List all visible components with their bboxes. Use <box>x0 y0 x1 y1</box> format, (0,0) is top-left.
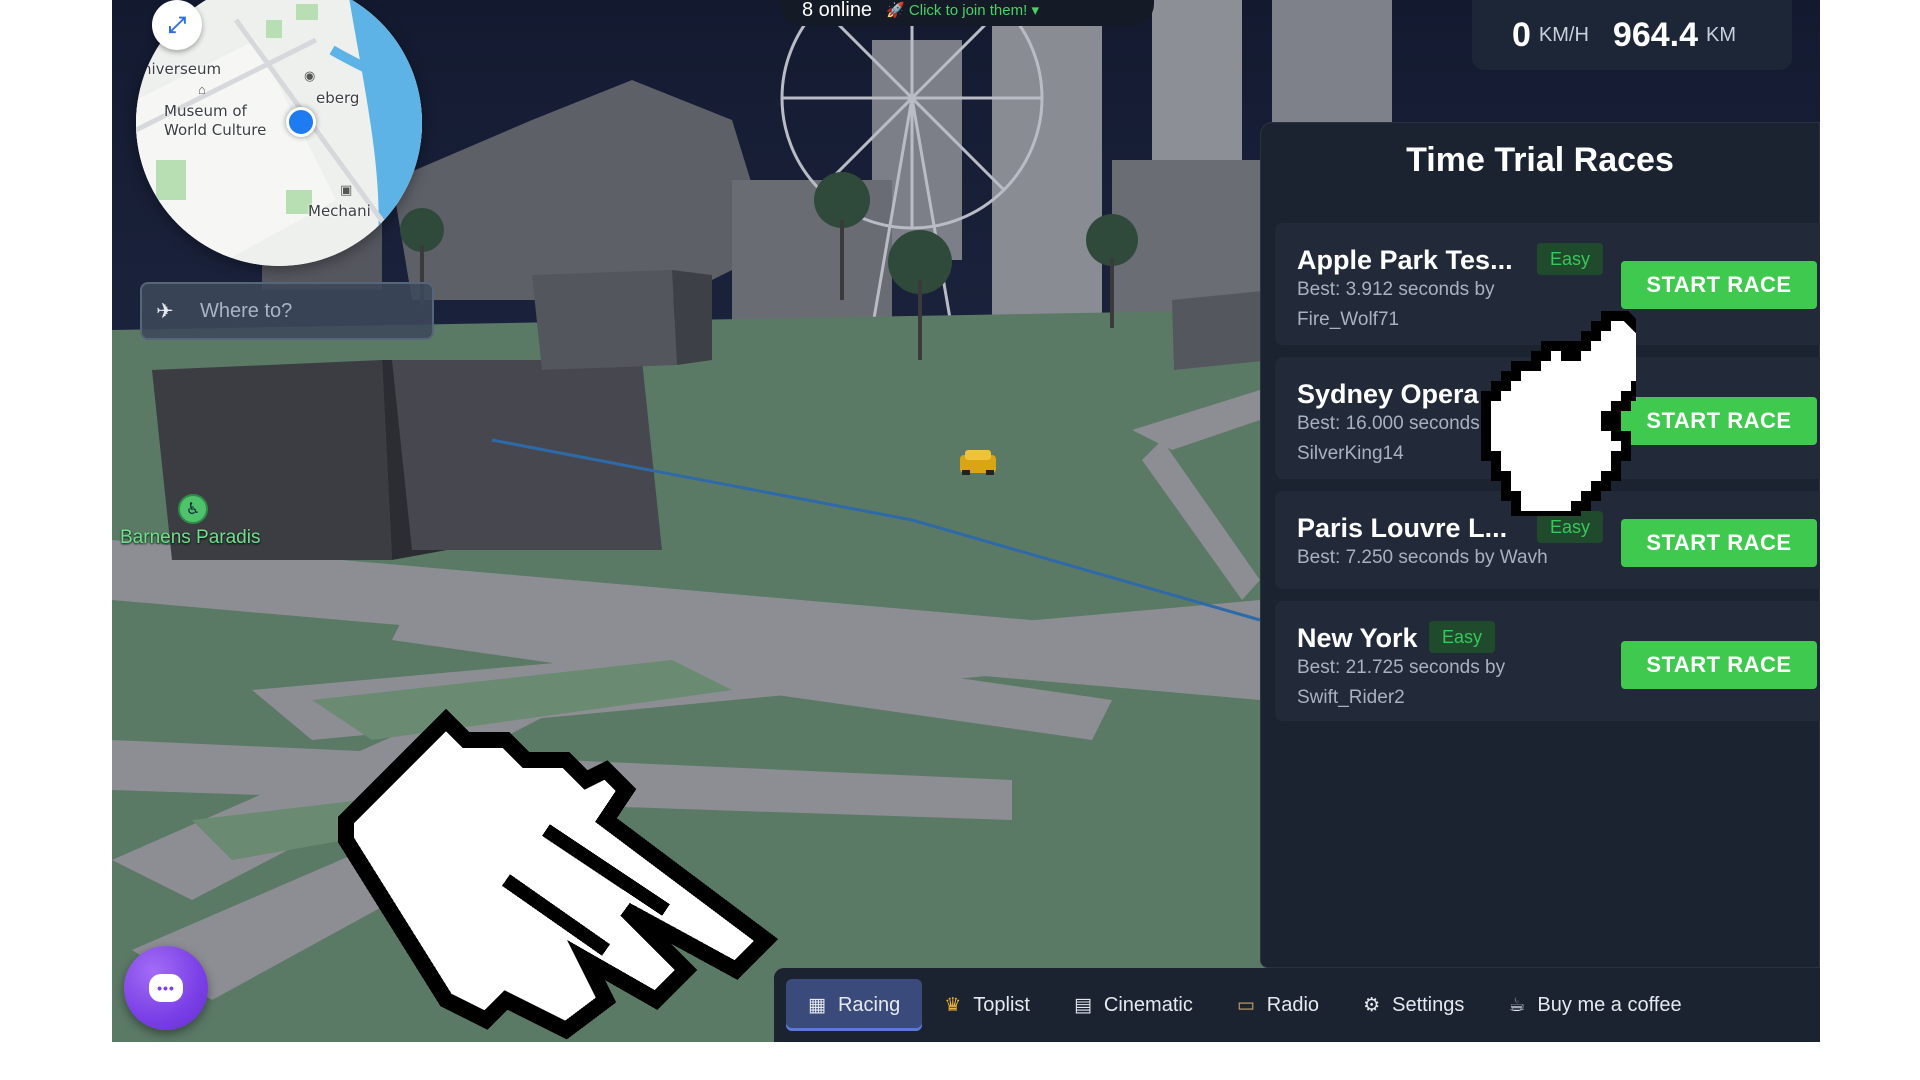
time-trial-panel: Time Trial Races Apple Park Tes... Easy … <box>1260 122 1820 968</box>
pointer-hand-icon <box>1481 311 1636 516</box>
start-race-button[interactable]: START RACE <box>1621 641 1817 689</box>
nav-label: Buy me a coffee <box>1537 993 1682 1016</box>
accessibility-icon[interactable]: ♿ <box>178 494 208 524</box>
map-label-mechanic: Mechani <box>308 202 371 220</box>
radio-icon: ▭ <box>1236 994 1255 1016</box>
map-label-universeum: niverseum <box>142 60 222 78</box>
distance-value: 964.4 <box>1612 15 1698 54</box>
nav-label: Cinematic <box>1103 993 1193 1016</box>
panel-title: Time Trial Races <box>1406 141 1674 179</box>
search-input[interactable] <box>200 299 420 323</box>
museum-icon: ⌂ <box>198 82 206 97</box>
poi-label[interactable]: Barnens Paradis <box>120 527 260 549</box>
best-line: Best: 3.912 seconds by <box>1297 279 1495 300</box>
map-label-liseberg: eberg <box>316 89 360 107</box>
map-label-museum: Museum of World Culture <box>164 102 267 139</box>
best-line: Best: 7.250 seconds by Wavh <box>1297 547 1548 568</box>
speed-value: 0 <box>1511 15 1531 54</box>
player-location-dot <box>286 107 316 137</box>
airplane-icon: ✈ <box>156 299 174 323</box>
chat-button[interactable]: ••• <box>124 946 208 1030</box>
nav-label: Settings <box>1392 993 1465 1016</box>
checkered-flag-icon: ▦ <box>808 994 826 1016</box>
start-race-button[interactable]: START RACE <box>1621 519 1817 567</box>
difficulty-badge: Easy <box>1429 621 1496 653</box>
nav-radio[interactable]: ▭ Radio <box>1215 979 1341 1031</box>
nav-racing[interactable]: ▦ Racing <box>786 979 923 1031</box>
race-name: Apple Park Tes... <box>1297 245 1513 275</box>
destination-search[interactable]: ✈ <box>140 282 434 340</box>
nav-settings[interactable]: ⚙ Settings <box>1341 979 1486 1031</box>
distance-unit: KM <box>1706 23 1736 46</box>
nav-coffee[interactable]: ☕ Buy me a coffee <box>1486 979 1703 1031</box>
start-race-button[interactable]: START RACE <box>1621 261 1817 309</box>
race-name: New York <box>1297 623 1418 653</box>
difficulty-badge: Easy <box>1537 243 1604 275</box>
game-viewport[interactable]: niverseum ⌂ Museum of World Culture ◉ eb… <box>112 0 1820 1042</box>
gear-icon: ⚙ <box>1363 994 1381 1016</box>
player-car <box>960 450 996 475</box>
nav-cinematic[interactable]: ▤ Cinematic <box>1052 979 1215 1031</box>
nav-label: Toplist <box>973 993 1030 1016</box>
trophy-icon: ♛ <box>944 994 962 1016</box>
start-race-button[interactable]: START RACE <box>1621 397 1817 445</box>
race-best-time: Best: 21.725 seconds by Swift_Rider2 <box>1297 653 1557 713</box>
best-line: Best: 21.725 seconds by <box>1297 657 1506 678</box>
race-name: Paris Louvre L... <box>1297 513 1508 543</box>
pointer-hand-icon <box>338 708 779 1040</box>
speed-unit: KM/H <box>1538 23 1589 46</box>
nav-label: Racing <box>837 993 901 1016</box>
online-players-pill[interactable]: 8 online 🚀 Click to join them! ▾ <box>780 0 1154 26</box>
nav-label: Radio <box>1266 993 1320 1016</box>
clapperboard-icon: ▤ <box>1073 994 1092 1016</box>
expand-map-icon[interactable]: ⤢ <box>152 0 202 50</box>
bottom-nav: ▦ Racing ♛ Toplist ▤ Cinematic ▭ Radio ⚙… <box>774 968 1820 1042</box>
speedometer: 0 KM/H 964.4 KM <box>1472 0 1792 70</box>
join-invite[interactable]: 🚀 Click to join them! ▾ <box>886 1 1039 19</box>
race-best-time: Best: 7.250 seconds by Wavh <box>1297 543 1597 573</box>
coffee-icon: ☕ <box>1508 994 1526 1016</box>
online-count: 8 online <box>802 0 873 21</box>
race-card: New York Easy Best: 21.725 seconds by Sw… <box>1275 601 1820 721</box>
best-player: Swift_Rider2 <box>1297 687 1405 708</box>
pin-icon: ◉ <box>304 68 316 83</box>
camera-icon: ▣ <box>340 182 353 197</box>
chat-icon: ••• <box>149 974 183 1002</box>
nav-toplist[interactable]: ♛ Toplist <box>922 979 1052 1031</box>
